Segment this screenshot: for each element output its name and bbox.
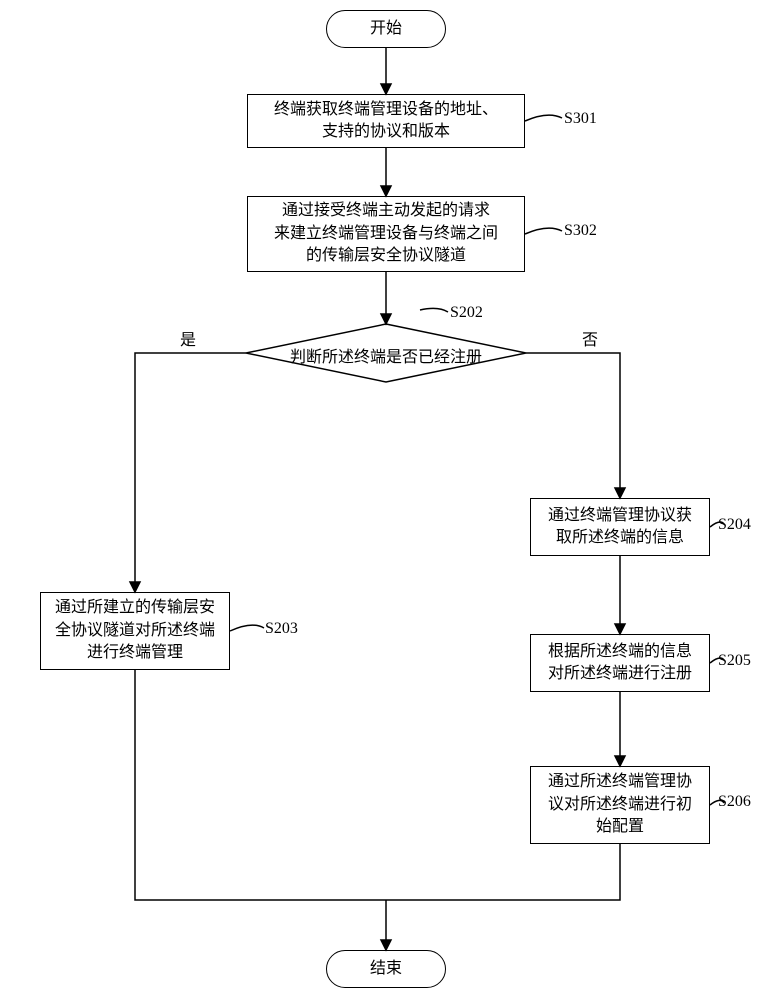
flowchart-end: 结束 [326,950,446,988]
s204-label: S204 [718,516,751,534]
s206-label: S206 [718,793,751,811]
flowchart-process-s301: 终端获取终端管理设备的地址、 支持的协议和版本 [247,94,525,148]
s205-label: S205 [718,652,751,670]
flowchart-process-s204: 通过终端管理协议获 取所述终端的信息 [530,498,710,556]
s301-text: 终端获取终端管理设备的地址、 支持的协议和版本 [274,99,498,144]
s302-label: S302 [564,222,597,240]
decision-yes-label: 是 [180,326,196,350]
start-text: 开始 [370,18,402,40]
s206-text: 通过所述终端管理协 议对所述终端进行初 始配置 [548,771,692,838]
s203-label: S203 [265,620,298,638]
flowchart-process-s206: 通过所述终端管理协 议对所述终端进行初 始配置 [530,766,710,844]
end-text: 结束 [370,958,402,980]
s204-text: 通过终端管理协议获 取所述终端的信息 [548,505,692,550]
s202-text: 判断所述终端是否已经注册 [286,343,486,367]
s302-text: 通过接受终端主动发起的请求 来建立终端管理设备与终端之间 的传输层安全协议隧道 [274,200,498,267]
s202-label: S202 [450,304,483,322]
flowchart-process-s205: 根据所述终端的信息 对所述终端进行注册 [530,634,710,692]
s301-label: S301 [564,110,597,128]
flowchart-start: 开始 [326,10,446,48]
flowchart-process-s302: 通过接受终端主动发起的请求 来建立终端管理设备与终端之间 的传输层安全协议隧道 [247,196,525,272]
decision-no-label: 否 [582,326,598,350]
s203-text: 通过所建立的传输层安 全协议隧道对所述终端 进行终端管理 [55,597,215,664]
flowchart-process-s203: 通过所建立的传输层安 全协议隧道对所述终端 进行终端管理 [40,592,230,670]
s205-text: 根据所述终端的信息 对所述终端进行注册 [548,641,692,686]
